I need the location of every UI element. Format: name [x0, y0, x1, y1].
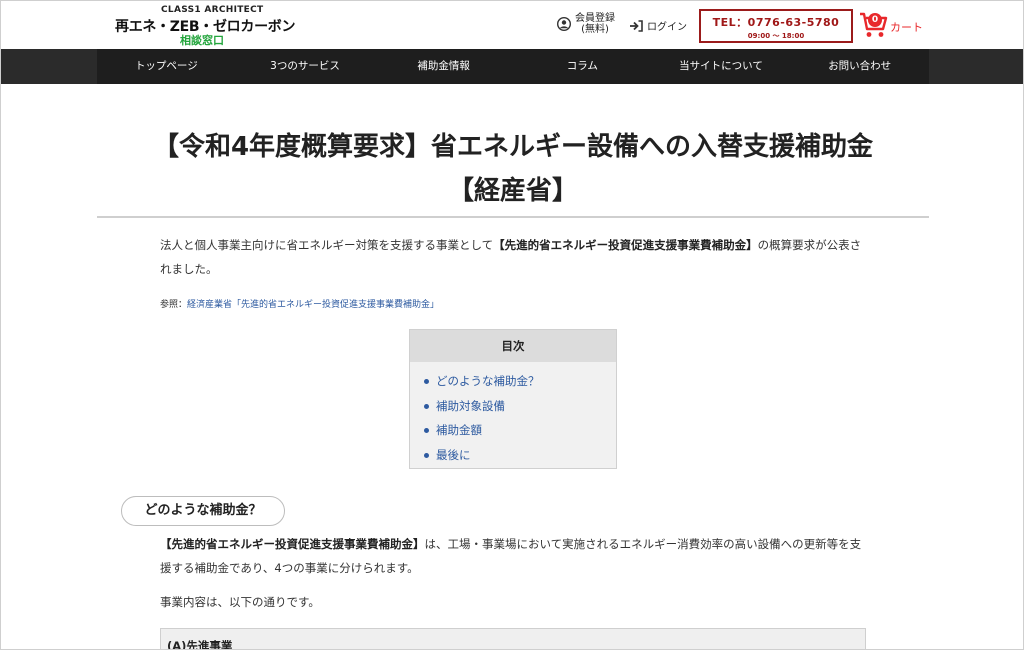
cart-icon: 0 [859, 11, 889, 39]
reference-link[interactable]: 経済産業省「先進的省エネルギー投資促進支援事業費補助金」 [187, 300, 439, 310]
section1-subsidy-name: 【先進的省エネルギー投資促進支援事業費補助金】 [160, 537, 425, 551]
global-nav: トップページ 3つのサービス 補助金情報 コラム 当サイトについて お問い合わせ [1, 49, 1023, 84]
business-a-box: (A)先進事業 [160, 628, 866, 650]
site-header: CLASS1 ARCHITECT 再エネ・ZEB・ゼロカーボン 相談窓口 会員登… [1, 1, 1023, 49]
intro-subsidy-name: 【先進的省エネルギー投資促進支援事業費補助金】 [493, 238, 758, 252]
tel-number: TEL：0776-63-5780 [712, 16, 840, 29]
toc-item-overview[interactable]: どのような補助金？ [424, 369, 616, 394]
login-label: ログイン [647, 22, 687, 33]
login-link[interactable]: ログイン [629, 18, 687, 33]
intro-paragraph: 法人と個人事業主向けに省エネルギー対策を支援する事業として【先進的省エネルギー投… [160, 233, 868, 281]
logo-subtitle: 相談窓口 [180, 34, 224, 47]
browser-frame: CLASS1 ARCHITECT 再エネ・ZEB・ゼロカーボン 相談窓口 会員登… [0, 0, 1024, 650]
business-hours: 09:00 〜 18:00 [747, 32, 805, 40]
title-divider [97, 216, 929, 218]
toc-item-equipment[interactable]: 補助対象設備 [424, 394, 616, 419]
page-title-line2: 【経産省】 [447, 176, 578, 206]
toc-list: どのような補助金？ 補助対象設備 補助金額 最後に [410, 362, 616, 467]
nav-item-column[interactable]: コラム [513, 49, 652, 84]
login-icon [630, 19, 643, 32]
page-title: 【令和4年度概算要求】省エネルギー設備への入替支援補助金 【経産省】 [97, 125, 929, 213]
section1-note: 事業内容は、以下の通りです。 [160, 595, 320, 609]
toc-item-conclusion[interactable]: 最後に [424, 443, 616, 468]
cart-label: カート [890, 21, 923, 34]
member-register-link[interactable]: 会員登録 (無料) [557, 13, 615, 35]
nav-item-contact[interactable]: お問い合わせ [790, 49, 929, 84]
section-heading-overview: どのような補助金？ [121, 496, 285, 526]
section1-paragraph: 【先進的省エネルギー投資促進支援事業費補助金】は、工場・事業場において実施される… [160, 532, 868, 580]
logo-company: CLASS1 ARCHITECT [161, 5, 264, 15]
global-nav-inner: トップページ 3つのサービス 補助金情報 コラム 当サイトについて お問い合わせ [97, 49, 929, 84]
nav-item-services[interactable]: 3つのサービス [236, 49, 375, 84]
cart-count-badge: 0 [868, 13, 882, 27]
toc-item-amount[interactable]: 補助金額 [424, 418, 616, 443]
nav-item-top[interactable]: トップページ [97, 49, 236, 84]
toc-title: 目次 [410, 330, 616, 362]
user-icon [557, 17, 571, 31]
table-of-contents: 目次 どのような補助金？ 補助対象設備 補助金額 最後に [409, 329, 617, 469]
register-label: 会員登録 [575, 13, 615, 24]
site-logo[interactable]: CLASS1 ARCHITECT 再エネ・ZEB・ゼロカーボン 相談窓口 [115, 5, 305, 47]
intro-text-pre: 法人と個人事業主向けに省エネルギー対策を支援する事業として [160, 238, 494, 252]
reference-line: 参照：経済産業省「先進的省エネルギー投資促進支援事業費補助金」 [160, 297, 439, 310]
nav-item-subsidy[interactable]: 補助金情報 [374, 49, 513, 84]
reference-label: 参照： [160, 300, 188, 310]
nav-item-about[interactable]: 当サイトについて [652, 49, 791, 84]
tel-box[interactable]: TEL：0776-63-5780 09:00 〜 18:00 [699, 9, 853, 43]
cart-link[interactable]: 0 カート [859, 11, 923, 39]
register-free-label: (無料) [581, 24, 609, 35]
page-title-line1: 【令和4年度概算要求】省エネルギー設備への入替支援補助金 [152, 132, 874, 162]
business-a-heading: (A)先進事業 [167, 639, 233, 650]
